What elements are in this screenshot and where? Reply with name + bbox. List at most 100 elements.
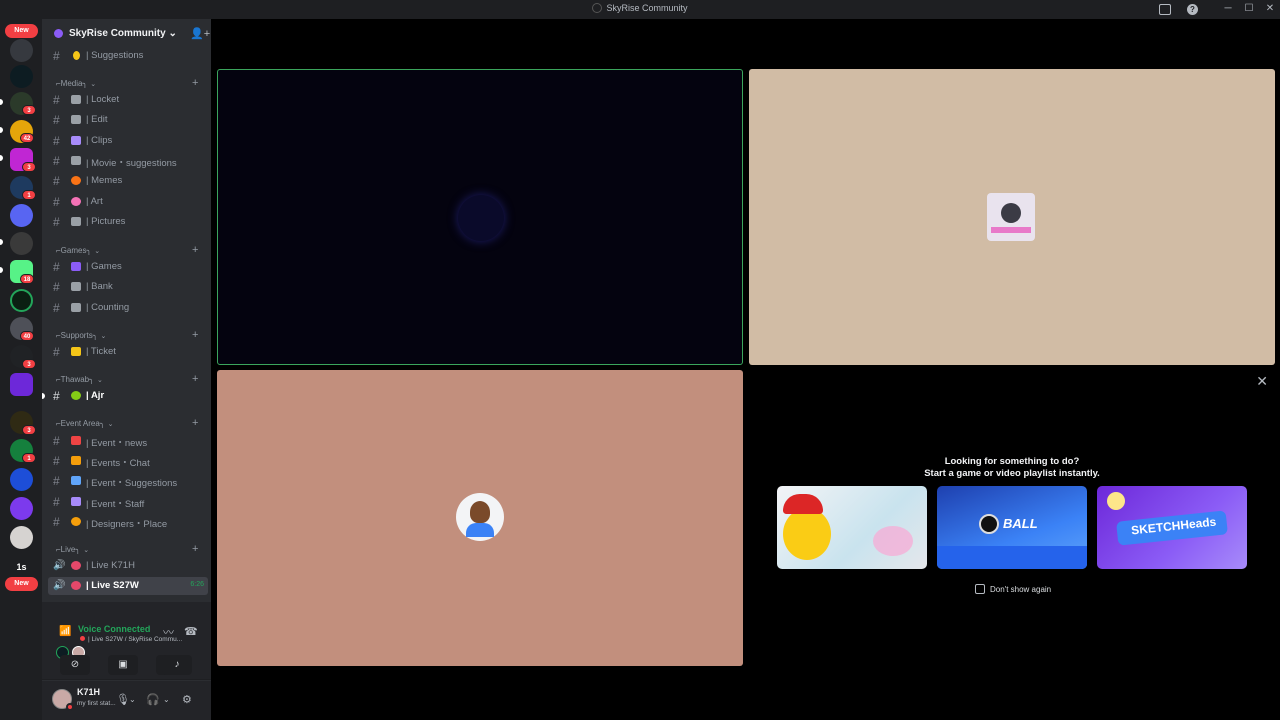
custom-status[interactable]: my first stat... bbox=[77, 700, 116, 707]
add-channel-icon[interactable]: + bbox=[192, 373, 198, 385]
server-icon[interactable] bbox=[10, 65, 33, 88]
lightbulb-icon bbox=[73, 51, 80, 60]
channel-item[interactable]: # | Locket bbox=[48, 91, 208, 109]
channel-item[interactable]: # | Event・Staff bbox=[48, 493, 208, 511]
channel-item[interactable]: # | Event・Suggestions bbox=[48, 472, 208, 490]
activity-heading: Looking for something to do? bbox=[944, 456, 1080, 467]
channel-label: | Event・news bbox=[86, 438, 148, 449]
server-name[interactable]: SkyRise Community ⌄ bbox=[69, 28, 177, 39]
channel-emoji-icon bbox=[71, 115, 81, 124]
server-icon[interactable] bbox=[10, 526, 33, 549]
channel-item[interactable]: # | Suggestions bbox=[48, 47, 208, 65]
server-icon[interactable] bbox=[10, 468, 33, 491]
unread-indicator bbox=[0, 127, 3, 133]
noise-suppression-icon[interactable]: 〰 bbox=[163, 624, 174, 640]
server-icon[interactable] bbox=[10, 373, 33, 396]
new-messages-pill[interactable]: New bbox=[5, 24, 38, 38]
channel-label: | Pictures bbox=[86, 216, 126, 227]
voice-status[interactable]: Voice Connected bbox=[78, 624, 150, 634]
participant-tile[interactable] bbox=[749, 69, 1275, 365]
server-rail: New 3 42 3 1 18 40 3 3 1 1s New bbox=[0, 19, 42, 720]
server-icon[interactable] bbox=[10, 289, 33, 312]
channel-item[interactable]: # | Pictures bbox=[48, 213, 208, 231]
add-channel-icon[interactable]: + bbox=[192, 417, 198, 429]
game-card-sketch-heads[interactable]: SKETCHHeads bbox=[1097, 486, 1247, 569]
screen-share-button[interactable]: ▣ bbox=[108, 655, 138, 675]
channel-item[interactable]: # | Art bbox=[48, 193, 208, 211]
category-thawab[interactable]: ⌐Thawab╮ ⌄ bbox=[56, 375, 103, 387]
channel-label: | Event・Suggestions bbox=[86, 478, 178, 489]
voice-channel-item[interactable]: 🔊 | Live K71H bbox=[48, 557, 208, 575]
signal-icon[interactable]: 📶 bbox=[59, 626, 71, 637]
avatar bbox=[458, 195, 504, 241]
close-icon[interactable]: ✕ bbox=[1256, 373, 1268, 390]
server-icon[interactable] bbox=[10, 232, 33, 255]
inbox-icon[interactable] bbox=[1159, 4, 1171, 15]
participant-tile[interactable] bbox=[217, 370, 743, 666]
channel-emoji-icon bbox=[71, 517, 81, 526]
server-icon[interactable] bbox=[10, 39, 33, 62]
participant-tile[interactable] bbox=[217, 69, 743, 365]
status-indicator bbox=[66, 703, 74, 711]
channel-item[interactable]: # | Edit bbox=[48, 111, 208, 129]
hash-icon: # bbox=[53, 495, 60, 509]
game-card-8-ball-pool[interactable]: BALL bbox=[937, 486, 1087, 569]
checkbox[interactable] bbox=[975, 584, 985, 594]
maximize-icon[interactable]: ☐ bbox=[1243, 3, 1255, 15]
channel-label: | Clips bbox=[86, 135, 113, 146]
microphone-icon[interactable]: 🎙 bbox=[116, 693, 130, 706]
channel-item[interactable]: # | Counting bbox=[48, 299, 208, 317]
add-channel-icon[interactable]: + bbox=[192, 329, 198, 341]
channel-label: | Designers・Place bbox=[86, 519, 168, 530]
add-channel-icon[interactable]: + bbox=[192, 543, 198, 555]
unread-indicator bbox=[0, 267, 3, 273]
avatar-face-icon bbox=[470, 501, 490, 523]
server-header[interactable]: SkyRise Community ⌄ 👤+ bbox=[42, 19, 211, 49]
chevron-down-icon: ⌄ bbox=[100, 333, 107, 340]
server-icon[interactable] bbox=[10, 204, 33, 227]
channel-item[interactable]: # | Games bbox=[48, 258, 208, 276]
category-media[interactable]: ⌐Media╮ ⌄ bbox=[56, 79, 96, 91]
channel-item[interactable]: # | Ticket bbox=[48, 343, 208, 361]
channel-item[interactable]: # | Clips bbox=[48, 132, 208, 150]
chevron-down-icon[interactable]: ⌄ bbox=[129, 695, 136, 704]
server-icon[interactable] bbox=[10, 497, 33, 520]
category-event-area[interactable]: ⌐Event Area╮ ⌄ bbox=[56, 419, 114, 431]
channel-item[interactable]: # | Designers・Place bbox=[48, 513, 208, 531]
headphones-icon[interactable]: 🎧 bbox=[146, 693, 160, 706]
soundboard-button[interactable]: ♪ bbox=[162, 655, 192, 675]
disconnect-icon[interactable]: ☎ bbox=[184, 625, 198, 638]
channel-item[interactable]: # | Ajr bbox=[42, 387, 208, 405]
settings-gear-icon[interactable]: ⚙ bbox=[182, 693, 192, 706]
category-label: Thawab bbox=[60, 375, 90, 384]
channel-item[interactable]: # | Bank bbox=[48, 278, 208, 296]
pool-table-icon bbox=[937, 546, 1087, 569]
hash-icon: # bbox=[53, 154, 60, 168]
voice-channel-item-active[interactable]: 🔊 | Live S27W 6:26 bbox=[48, 577, 208, 595]
santa-hat-icon bbox=[783, 494, 823, 514]
server-initials[interactable]: 1s bbox=[10, 562, 33, 572]
channel-item[interactable]: # | Movie・suggestions bbox=[48, 152, 208, 170]
channel-emoji-icon bbox=[71, 476, 81, 485]
channel-item[interactable]: # | Memes bbox=[48, 172, 208, 190]
category-games[interactable]: ⌐Games╮ ⌄ bbox=[56, 246, 100, 258]
game-card-chef-showdown[interactable] bbox=[777, 486, 927, 569]
channel-item[interactable]: # | Event・news bbox=[48, 432, 208, 450]
close-window-icon[interactable]: ✕ bbox=[1264, 3, 1276, 15]
category-live[interactable]: ⌐Live╮ ⌄ bbox=[56, 545, 89, 557]
help-icon[interactable]: ? bbox=[1187, 4, 1198, 15]
add-channel-icon[interactable]: + bbox=[192, 77, 198, 89]
camera-off-button[interactable]: ⊘ bbox=[60, 655, 90, 675]
minimize-icon[interactable]: ─ bbox=[1222, 3, 1234, 15]
channel-emoji-icon bbox=[71, 456, 81, 465]
username[interactable]: K71H bbox=[77, 687, 100, 697]
channel-item[interactable]: # | Events・Chat bbox=[48, 452, 208, 470]
category-label: Media bbox=[60, 79, 83, 88]
add-channel-icon[interactable]: + bbox=[192, 244, 198, 256]
new-messages-pill[interactable]: New bbox=[5, 577, 38, 591]
add-user-icon[interactable]: 👤+ bbox=[190, 27, 210, 40]
dont-show-again[interactable]: Don't show again bbox=[975, 581, 1051, 595]
chevron-down-icon[interactable]: ⌄ bbox=[163, 695, 170, 704]
category-supports[interactable]: ⌐Supports╮ ⌄ bbox=[56, 331, 106, 343]
channel-label: | Art bbox=[86, 196, 103, 207]
